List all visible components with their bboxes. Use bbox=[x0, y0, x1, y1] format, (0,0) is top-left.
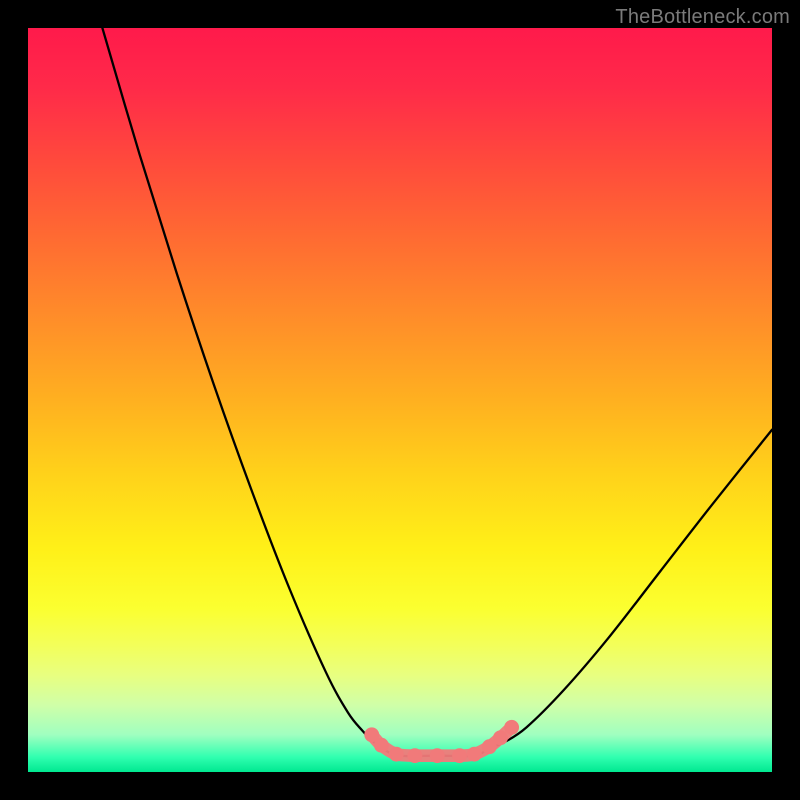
chart-frame: TheBottleneck.com bbox=[0, 0, 800, 800]
plot-area bbox=[28, 28, 772, 772]
marker-dot bbox=[407, 748, 422, 763]
marker-group bbox=[364, 720, 519, 763]
marker-dot bbox=[389, 747, 404, 762]
marker-dot bbox=[467, 747, 482, 762]
curve-group bbox=[102, 28, 772, 756]
bottleneck-curve bbox=[102, 28, 772, 756]
marker-dot bbox=[452, 748, 467, 763]
marker-dot bbox=[374, 738, 389, 753]
watermark-text: TheBottleneck.com bbox=[615, 6, 790, 29]
chart-svg bbox=[28, 28, 772, 772]
marker-dot bbox=[493, 730, 508, 745]
marker-dot bbox=[430, 748, 445, 763]
marker-dot bbox=[504, 720, 519, 735]
